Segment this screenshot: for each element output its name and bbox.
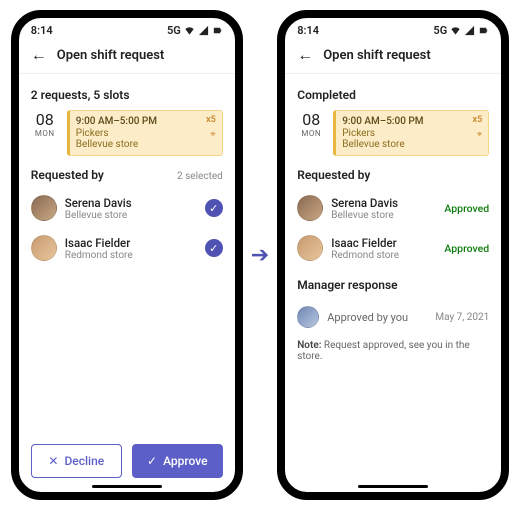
date-dow: MON <box>301 129 321 138</box>
checkbox-checked[interactable]: ✓ <box>205 239 223 257</box>
decline-label: Decline <box>64 454 104 468</box>
signal-icon <box>198 25 209 36</box>
date-column: 08 MON <box>297 110 325 156</box>
requested-header: Requested by <box>297 168 489 182</box>
battery-icon <box>212 25 223 36</box>
wifi-icon <box>184 25 195 36</box>
manager-response-label: Manager response <box>297 278 489 292</box>
avatar <box>297 306 319 328</box>
phone-after: 8:14 5G ← Open shift request Completed 0… <box>277 10 509 500</box>
decline-button[interactable]: ✕ Decline <box>31 444 122 478</box>
close-icon: ✕ <box>48 454 58 468</box>
status-icons: 5G <box>433 24 489 37</box>
check-icon: ✓ <box>147 454 157 468</box>
note-text: Request approved, see you in the store. <box>297 340 469 362</box>
status-approved: Approved <box>444 202 489 215</box>
network-label: 5G <box>433 24 447 37</box>
date-column: 08 MON <box>31 110 59 156</box>
home-indicator[interactable] <box>358 485 428 488</box>
manager-date: May 7, 2021 <box>435 312 489 323</box>
approve-button[interactable]: ✓ Approve <box>132 444 223 478</box>
requester-row[interactable]: Isaac Fielder Redmond store Approved <box>297 228 489 268</box>
arrow-icon: ➔ <box>251 243 269 268</box>
slots-badge: x5 <box>473 115 483 125</box>
status-bar: 8:14 5G <box>19 18 235 39</box>
shift-card[interactable]: 9:00 AM–5:00 PM Pickers Bellevue store x… <box>67 110 223 156</box>
status-bar: 8:14 5G <box>285 18 501 39</box>
requester-row[interactable]: Isaac Fielder Redmond store ✓ <box>31 228 223 268</box>
checkbox-checked[interactable]: ✓ <box>205 199 223 217</box>
wifi-icon <box>450 25 461 36</box>
shift-time: 9:00 AM–5:00 PM <box>76 116 216 127</box>
content: 2 requests, 5 slots 08 MON 9:00 AM–5:00 … <box>19 74 235 434</box>
status-time: 8:14 <box>297 24 319 37</box>
page-title: Open shift request <box>57 48 165 63</box>
status-approved: Approved <box>444 242 489 255</box>
shift-time: 9:00 AM–5:00 PM <box>342 116 482 127</box>
date-dow: MON <box>35 129 55 138</box>
avatar <box>31 195 57 221</box>
requester-store: Bellevue store <box>331 210 436 221</box>
shift-role: Pickers <box>342 128 482 139</box>
summary-text: Completed <box>297 88 489 102</box>
avatar <box>31 235 57 261</box>
note-label: Note: <box>297 340 321 351</box>
page-title: Open shift request <box>323 48 431 63</box>
requester-store: Redmond store <box>65 250 197 261</box>
slots-badge: x5 <box>206 115 216 125</box>
requester-name: Isaac Fielder <box>331 236 436 250</box>
shift-role: Pickers <box>76 128 216 139</box>
phone-before: 8:14 5G ← Open shift request 2 requests,… <box>11 10 243 500</box>
manager-row: Approved by you May 7, 2021 <box>297 300 489 334</box>
app-bar: ← Open shift request <box>285 39 501 74</box>
location-icon: ⌖ <box>477 129 483 140</box>
action-footer: ✕ Decline ✓ Approve <box>19 434 235 492</box>
selected-count: 2 selected <box>177 171 223 182</box>
shift-card[interactable]: 9:00 AM–5:00 PM Pickers Bellevue store x… <box>333 110 489 156</box>
approve-label: Approve <box>163 454 207 468</box>
network-label: 5G <box>167 24 181 37</box>
location-icon: ⌖ <box>210 129 216 140</box>
back-icon[interactable]: ← <box>297 47 313 63</box>
shift-row: 08 MON 9:00 AM–5:00 PM Pickers Bellevue … <box>297 110 489 156</box>
requester-row[interactable]: Serena Davis Bellevue store Approved <box>297 188 489 228</box>
shift-row: 08 MON 9:00 AM–5:00 PM Pickers Bellevue … <box>31 110 223 156</box>
app-bar: ← Open shift request <box>19 39 235 74</box>
battery-icon <box>478 25 489 36</box>
requester-name: Serena Davis <box>331 196 436 210</box>
requester-store: Bellevue store <box>65 210 197 221</box>
requested-header: Requested by 2 selected <box>31 168 223 182</box>
content: Completed 08 MON 9:00 AM–5:00 PM Pickers… <box>285 74 501 492</box>
avatar <box>297 235 323 261</box>
requested-by-label: Requested by <box>297 168 370 182</box>
shift-store: Bellevue store <box>76 139 216 150</box>
requester-name: Serena Davis <box>65 196 197 210</box>
requester-store: Redmond store <box>331 250 436 261</box>
manager-text: Approved by you <box>327 311 427 324</box>
avatar <box>297 195 323 221</box>
home-indicator[interactable] <box>92 485 162 488</box>
shift-store: Bellevue store <box>342 139 482 150</box>
manager-note: Note: Request approved, see you in the s… <box>297 340 489 362</box>
requester-name: Isaac Fielder <box>65 236 197 250</box>
requester-row[interactable]: Serena Davis Bellevue store ✓ <box>31 188 223 228</box>
summary-text: 2 requests, 5 slots <box>31 88 223 102</box>
status-icons: 5G <box>167 24 223 37</box>
requested-by-label: Requested by <box>31 168 104 182</box>
signal-icon <box>464 25 475 36</box>
date-number: 08 <box>302 110 320 129</box>
status-time: 8:14 <box>31 24 53 37</box>
date-number: 08 <box>36 110 54 129</box>
back-icon[interactable]: ← <box>31 47 47 63</box>
